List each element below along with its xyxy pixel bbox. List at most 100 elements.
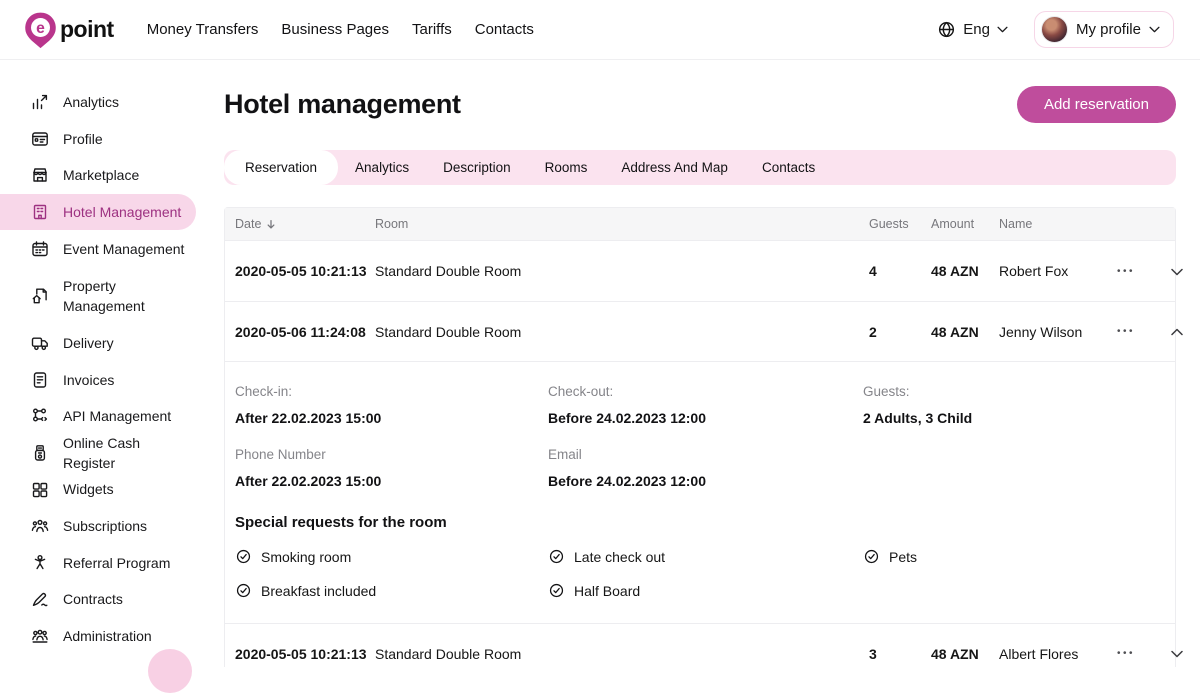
sidebar-item-label: API Management xyxy=(63,406,171,426)
column-header-amount: Amount xyxy=(931,217,999,231)
sidebar-item-delivery[interactable]: Delivery xyxy=(0,325,196,362)
contracts-icon xyxy=(30,589,50,609)
sidebar-item-event-management[interactable]: Event Management xyxy=(0,230,196,267)
sidebar-item-label: Property Management xyxy=(63,276,175,317)
brand-pin-icon: e xyxy=(24,11,57,49)
special-request-label: Smoking room xyxy=(261,549,351,565)
special-request-label: Half Board xyxy=(574,583,640,599)
detail-value: 2 Adults, 3 Child xyxy=(863,410,1165,426)
referral-icon xyxy=(30,553,50,573)
row-more-button[interactable]: ••• xyxy=(1117,262,1165,281)
tab-analytics[interactable]: Analytics xyxy=(338,150,426,185)
column-header-room: Room xyxy=(375,217,869,231)
nav-link-contacts[interactable]: Contacts xyxy=(475,21,534,38)
special-request-half-board: Half Board xyxy=(548,582,863,599)
sidebar-item-invoices[interactable]: Invoices xyxy=(0,362,196,399)
sidebar-item-referral-program[interactable]: Referral Program xyxy=(0,545,196,582)
sidebar-item-label: Invoices xyxy=(63,370,114,390)
row-more-button[interactable]: ••• xyxy=(1117,322,1165,341)
detail-value: Before 24.02.2023 12:00 xyxy=(548,473,863,489)
sidebar-item-online-cash-register[interactable]: Online Cash Register xyxy=(0,435,196,472)
sidebar-item-label: Contracts xyxy=(63,589,123,609)
table-row[interactable]: 2020-05-05 10:21:13 Standard Double Room… xyxy=(225,623,1175,667)
cell-room: Standard Double Room xyxy=(375,324,869,340)
sidebar-item-marketplace[interactable]: Marketplace xyxy=(0,157,196,194)
language-selector[interactable]: Eng xyxy=(937,20,1008,39)
tab-rooms[interactable]: Rooms xyxy=(528,150,605,185)
sidebar-item-contracts[interactable]: Contracts xyxy=(0,581,196,618)
check-circle-icon xyxy=(548,548,565,565)
row-expand-button[interactable] xyxy=(1165,320,1189,343)
special-request-label: Pets xyxy=(889,549,917,565)
add-reservation-button[interactable]: Add reservation xyxy=(1017,86,1176,123)
nav-link-business-pages[interactable]: Business Pages xyxy=(281,21,389,38)
chevron-down-icon xyxy=(1149,26,1160,33)
row-more-button[interactable]: ••• xyxy=(1117,644,1165,663)
sidebar-item-widgets[interactable]: Widgets xyxy=(0,471,196,508)
main-content: Hotel management Add reservation Reserva… xyxy=(224,60,1200,667)
detail-field-check-in: Check-in: After 22.02.2023 15:00 xyxy=(235,384,548,426)
sidebar-item-property-management[interactable]: Property Management xyxy=(0,267,196,325)
column-header-name: Name xyxy=(999,217,1117,231)
cell-name: Albert Flores xyxy=(999,646,1117,662)
detail-label: Phone Number xyxy=(235,447,548,462)
detail-label: Guests: xyxy=(863,384,1165,399)
cell-date: 2020-05-05 10:21:13 xyxy=(235,646,375,662)
nav-link-money-transfers[interactable]: Money Transfers xyxy=(147,21,259,38)
arrow-down-icon xyxy=(266,219,276,230)
special-request-label: Late check out xyxy=(574,549,665,565)
sidebar-item-hotel-management[interactable]: Hotel Management xyxy=(0,194,196,231)
analytics-icon xyxy=(30,92,50,112)
table-row[interactable]: 2020-05-05 10:21:13 Standard Double Room… xyxy=(225,241,1175,301)
cell-guests: 4 xyxy=(869,263,931,279)
decorative-circle xyxy=(148,649,192,693)
sidebar-item-label: Delivery xyxy=(63,333,114,353)
cell-room: Standard Double Room xyxy=(375,263,869,279)
detail-field-check-out: Check-out: Before 24.02.2023 12:00 xyxy=(548,384,863,426)
tab-contacts[interactable]: Contacts xyxy=(745,150,832,185)
nav-link-tariffs[interactable]: Tariffs xyxy=(412,21,452,38)
hotel-icon xyxy=(30,202,50,222)
profile-label: My profile xyxy=(1076,21,1141,38)
special-request-breakfast-included: Breakfast included xyxy=(235,582,548,599)
cash-register-icon xyxy=(30,443,50,463)
sidebar-item-analytics[interactable]: Analytics xyxy=(0,84,196,121)
property-icon xyxy=(30,286,50,306)
column-header-date[interactable]: Date xyxy=(235,217,375,231)
detail-label: Email xyxy=(548,447,863,462)
sidebar-item-label: Event Management xyxy=(63,239,184,259)
tab-reservation[interactable]: Reservation xyxy=(224,150,338,185)
sidebar-item-subscriptions[interactable]: Subscriptions xyxy=(0,508,196,545)
tab-description[interactable]: Description xyxy=(426,150,528,185)
sidebar-item-label: Hotel Management xyxy=(63,202,181,222)
sidebar-item-label: Analytics xyxy=(63,92,119,112)
avatar xyxy=(1041,16,1068,43)
top-bar: e point Money Transfers Business Pages Tar… xyxy=(0,0,1200,60)
tab-address-and-map[interactable]: Address And Map xyxy=(604,150,745,185)
detail-field-guests: Guests: 2 Adults, 3 Child xyxy=(863,384,1165,426)
sidebar-item-label: Marketplace xyxy=(63,165,139,185)
globe-icon xyxy=(937,20,956,39)
sidebar-item-profile[interactable]: Profile xyxy=(0,121,196,158)
detail-label: Check-out: xyxy=(548,384,863,399)
special-request-pets: Pets xyxy=(863,548,1165,565)
tab-bar: ReservationAnalyticsDescriptionRoomsAddr… xyxy=(224,150,1176,185)
check-circle-icon xyxy=(548,582,565,599)
table-row[interactable]: 2020-05-06 11:24:08 Standard Double Room… xyxy=(225,301,1175,361)
check-circle-icon xyxy=(235,582,252,599)
sidebar-item-label: Online Cash Register xyxy=(63,433,196,474)
check-circle-icon xyxy=(863,548,880,565)
profile-icon xyxy=(30,129,50,149)
calendar-icon xyxy=(30,239,50,259)
reservations-table: DateRoomGuestsAmountName 2020-05-05 10:2… xyxy=(224,207,1176,667)
table-header: DateRoomGuestsAmountName xyxy=(225,208,1175,241)
profile-menu[interactable]: My profile xyxy=(1034,11,1174,48)
detail-field-phone-number: Phone Number After 22.02.2023 15:00 xyxy=(235,447,548,489)
cell-name: Jenny Wilson xyxy=(999,324,1117,340)
row-expand-button[interactable] xyxy=(1165,260,1189,283)
top-nav: Money Transfers Business Pages Tariffs Cont… xyxy=(147,21,534,38)
brand-logo[interactable]: e point xyxy=(24,11,114,49)
sidebar-item-label: Administration xyxy=(63,626,152,646)
row-expand-button[interactable] xyxy=(1165,642,1189,665)
sidebar-item-api-management[interactable]: API Management xyxy=(0,398,196,435)
